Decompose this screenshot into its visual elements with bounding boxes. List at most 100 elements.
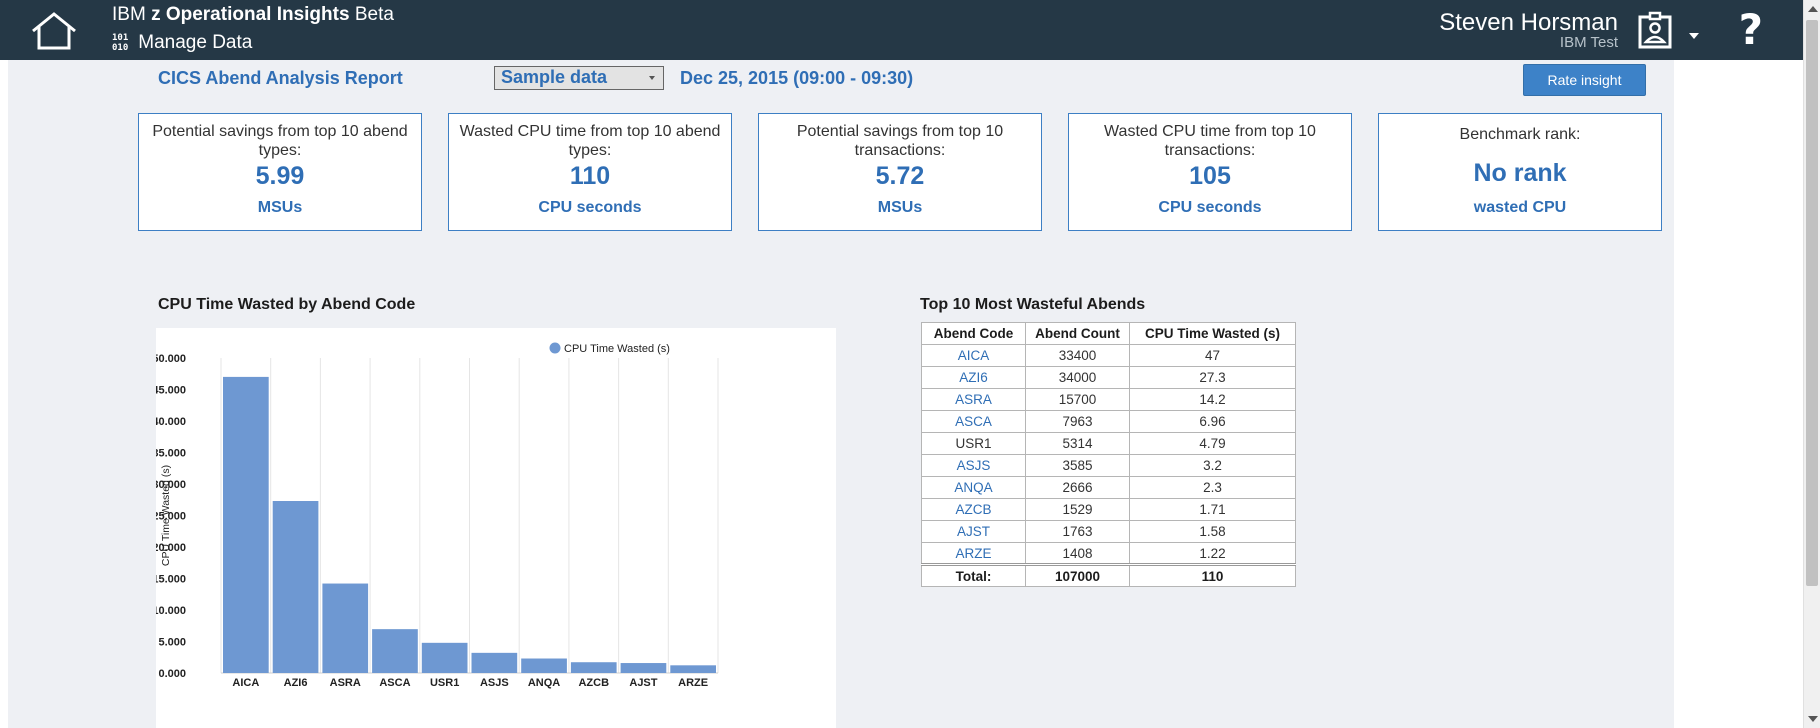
y-tick-label: 15.000 (156, 574, 186, 586)
x-tick-label: ASRA (330, 677, 361, 689)
abend-code-cell[interactable]: ASRA (921, 388, 1026, 411)
card-value: 5.72 (875, 162, 925, 190)
card-label: Wasted CPU time from top 10 transactions… (1104, 123, 1316, 159)
user-menu: Steven Horsman IBM Test ? (1383, 0, 1803, 60)
abend-count-cell: 5314 (1025, 432, 1130, 455)
total-cpu: 110 (1129, 563, 1296, 587)
brand-name: z Operational Insights (151, 4, 350, 25)
x-tick-label: ANQA (528, 677, 560, 689)
y-tick-label: 5.000 (158, 637, 186, 649)
abend-code-cell[interactable]: ARZE (921, 542, 1026, 565)
card-label: Potential savings from top 10 abend type… (152, 123, 408, 159)
x-tick-label: ASCA (379, 677, 410, 689)
y-tick-label: 40.000 (156, 416, 186, 428)
manage-data-label: Manage Data (138, 32, 253, 53)
bar-aica (223, 376, 269, 673)
cpu-wasted-cell: 1.58 (1129, 520, 1296, 543)
x-tick-label: ARZE (678, 677, 708, 689)
bar-azcb (570, 662, 617, 673)
x-tick-label: ASJS (480, 677, 509, 689)
y-axis-label: CPU Time Wasted (s) (160, 465, 172, 566)
abend-code-cell[interactable]: AZI6 (921, 366, 1026, 389)
x-tick-label: AZI6 (284, 677, 308, 689)
table-row: AZI6 34000 27.3 (921, 366, 1296, 389)
cpu-wasted-cell: 27.3 (1129, 366, 1296, 389)
report-title[interactable]: CICS Abend Analysis Report (158, 68, 403, 89)
bar-ajst (620, 663, 667, 673)
summary-card-cpu-transactions: Wasted CPU time from top 10 transactions… (1068, 113, 1352, 231)
bar-asra (322, 583, 369, 673)
column-header[interactable]: Abend Code (921, 322, 1026, 345)
summary-card-savings-transactions: Potential savings from top 10 transactio… (758, 113, 1042, 231)
scroll-up-icon[interactable] (1808, 6, 1818, 12)
table-title: Top 10 Most Wasteful Abends (920, 296, 1146, 313)
manage-data-link[interactable]: 101 010 Manage Data (112, 32, 252, 54)
x-tick-label: USR1 (430, 677, 459, 689)
cpu-wasted-cell: 4.79 (1129, 432, 1296, 455)
cpu-wasted-cell: 14.2 (1129, 388, 1296, 411)
abend-code-cell[interactable]: ASCA (921, 410, 1026, 433)
abend-code-cell[interactable]: ANQA (921, 476, 1026, 499)
data-source-select[interactable]: Sample data (494, 66, 664, 90)
column-header[interactable]: Abend Count (1025, 322, 1130, 345)
table-row: USR1 5314 4.79 (921, 432, 1296, 455)
abend-count-cell: 1408 (1025, 542, 1130, 565)
abend-count-cell: 34000 (1025, 366, 1130, 389)
binary-icon-line1: 101 (112, 33, 129, 43)
abend-code-cell[interactable]: AICA (921, 344, 1026, 367)
abend-table: Abend Code Abend Count CPU Time Wasted (… (921, 322, 1296, 587)
binary-icon-line2: 010 (112, 43, 129, 53)
table-row: AICA 33400 47 (921, 344, 1296, 367)
rate-insight-button[interactable]: Rate insight (1523, 64, 1646, 96)
table-row: ANQA 2666 2.3 (921, 476, 1296, 499)
user-name: Steven Horsman (1439, 9, 1618, 36)
y-tick-label: 10.000 (156, 605, 186, 617)
chart-svg: 0.0005.00010.00015.00020.00025.00030.000… (156, 342, 719, 689)
bar-anqa (521, 658, 567, 673)
total-count: 107000 (1025, 563, 1130, 587)
scroll-down-icon[interactable] (1808, 716, 1818, 722)
table-row: ASCA 7963 6.96 (921, 410, 1296, 433)
brand-prefix: IBM (112, 4, 152, 25)
table-header-row: Abend Code Abend Count CPU Time Wasted (… (921, 322, 1296, 345)
y-tick-label: 45.000 (156, 385, 186, 397)
table-row: ARZE 1408 1.22 (921, 542, 1296, 565)
bar-arze (670, 665, 716, 673)
y-tick-label: 35.000 (156, 448, 186, 460)
card-unit: CPU seconds (538, 199, 642, 216)
user-badge-icon[interactable] (1635, 11, 1675, 51)
top-header: IBM z Operational Insights Beta 101 010 … (0, 0, 1803, 60)
abend-code-cell[interactable]: ASJS (921, 454, 1026, 477)
card-label: Benchmark rank: (1459, 126, 1581, 143)
card-value: No rank (1473, 159, 1567, 187)
x-tick-label: AJST (629, 677, 657, 689)
help-icon[interactable]: ? (1739, 5, 1763, 54)
cpu-wasted-cell: 2.3 (1129, 476, 1296, 499)
card-value: 5.99 (255, 162, 305, 190)
table-row: ASRA 15700 14.2 (921, 388, 1296, 411)
table-total-row: Total: 107000 110 (921, 563, 1296, 587)
caret-down-icon[interactable] (1689, 26, 1699, 39)
scroll-thumb[interactable] (1806, 20, 1818, 586)
abend-count-cell: 1529 (1025, 498, 1130, 521)
legend-marker (549, 342, 561, 354)
abend-count-cell: 1763 (1025, 520, 1130, 543)
page-scrollbar[interactable] (1803, 0, 1820, 728)
abend-count-cell: 2666 (1025, 476, 1130, 499)
bar-azi6 (272, 501, 319, 673)
card-unit: MSUs (877, 199, 923, 216)
card-label: Potential savings from top 10 transactio… (796, 123, 1004, 159)
cpu-wasted-bar-chart: 0.0005.00010.00015.00020.00025.00030.000… (156, 328, 836, 728)
report-panel: CICS Abend Analysis Report Sample data D… (8, 60, 1674, 728)
summary-card-savings-abend: Potential savings from top 10 abend type… (138, 113, 422, 231)
column-header[interactable]: CPU Time Wasted (s) (1129, 322, 1296, 345)
x-tick-label: AZCB (578, 677, 609, 689)
bar-usr1 (421, 642, 468, 673)
abend-code-cell[interactable]: AJST (921, 520, 1026, 543)
cpu-wasted-cell: 1.22 (1129, 542, 1296, 565)
summary-card-benchmark: Benchmark rank: No rank wasted CPU (1378, 113, 1662, 231)
legend-label: CPU Time Wasted (s) (564, 343, 670, 355)
abend-code-cell[interactable]: AZCB (921, 498, 1026, 521)
cpu-wasted-cell: 47 (1129, 344, 1296, 367)
home-icon[interactable] (28, 10, 80, 52)
